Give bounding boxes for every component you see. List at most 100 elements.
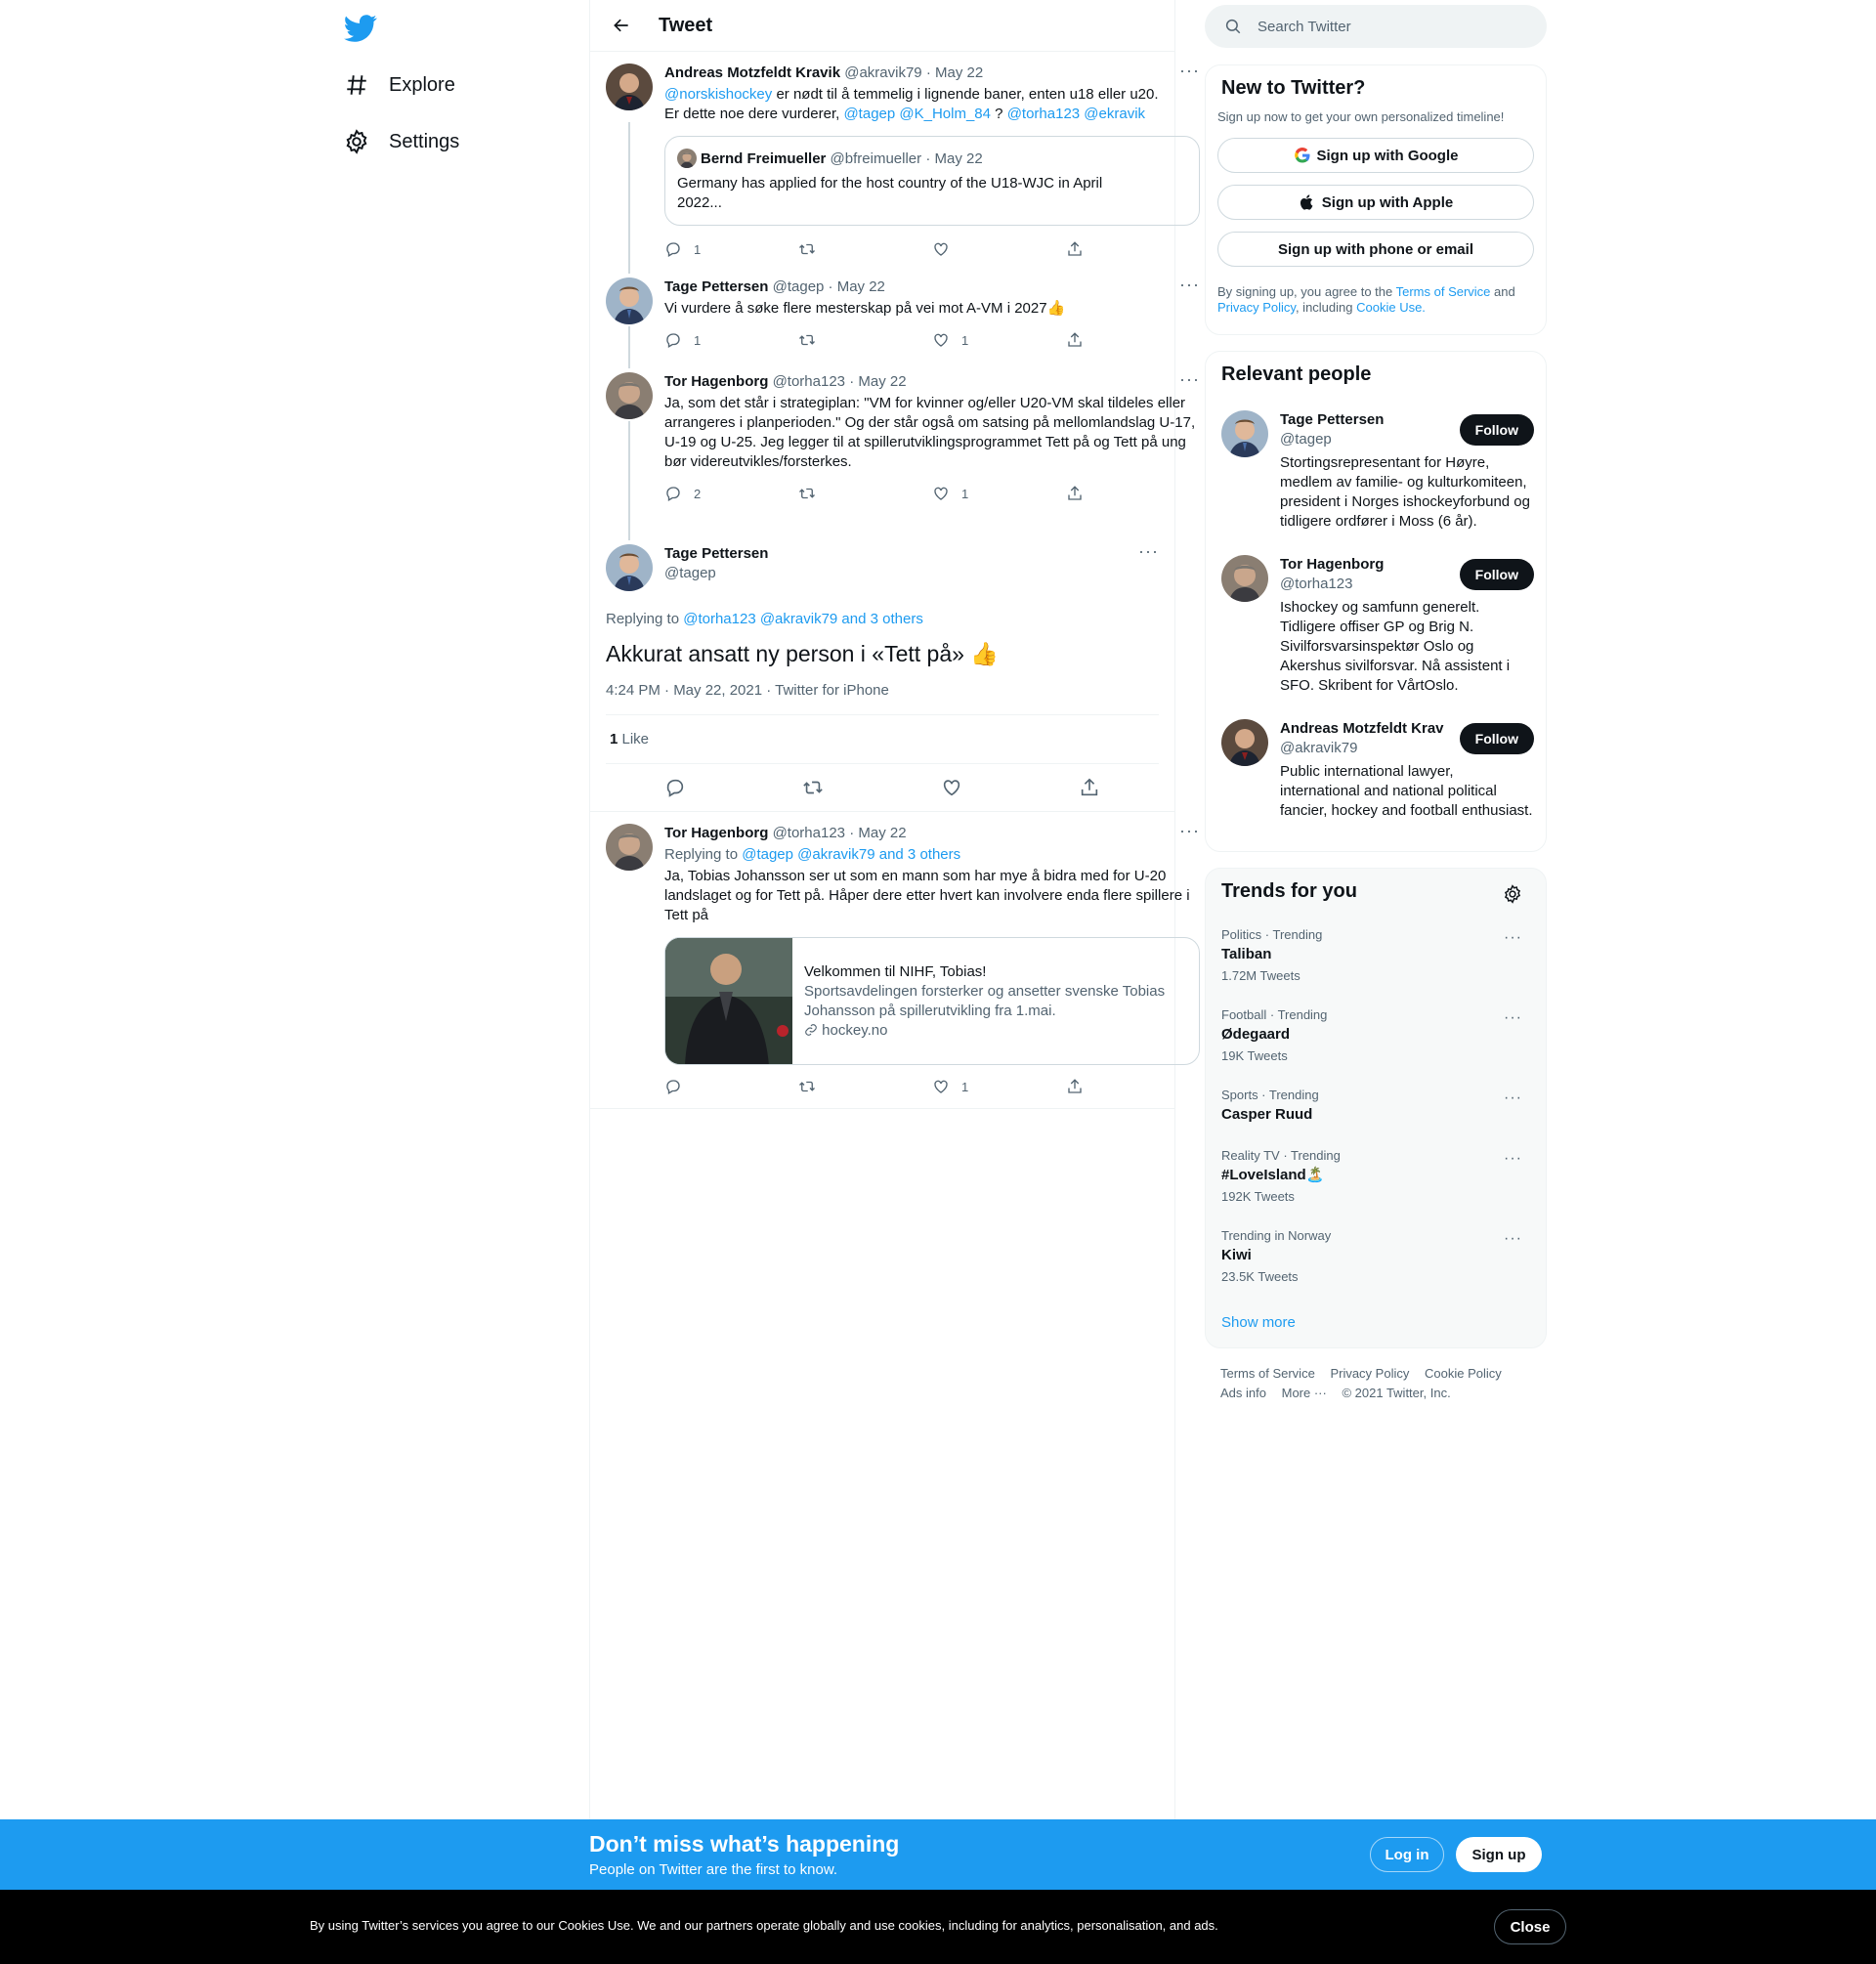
like-button[interactable]: 1 — [932, 1078, 1066, 1095]
retweet-icon[interactable] — [802, 777, 824, 798]
share-icon[interactable] — [1079, 777, 1100, 798]
reply-button[interactable]: 1 — [664, 240, 798, 258]
author-handle[interactable]: @tagep — [664, 564, 768, 583]
mention-link[interactable]: @torha123 @ekravik — [1007, 106, 1145, 122]
share-button[interactable] — [1066, 331, 1200, 349]
avatar[interactable] — [606, 64, 653, 110]
avatar[interactable] — [606, 544, 653, 591]
more-options-icon[interactable]: ··· — [1179, 822, 1200, 839]
share-button[interactable] — [1066, 1078, 1200, 1095]
link-card[interactable]: Velkommen til NIHF, Tobias! Sportsavdeli… — [664, 937, 1200, 1065]
nav-settings[interactable]: Settings — [344, 117, 459, 166]
more-options-icon[interactable]: ··· — [1179, 370, 1200, 388]
nav-explore[interactable]: Explore — [344, 61, 455, 109]
follow-button[interactable]: Follow — [1459, 414, 1534, 446]
author-name[interactable]: Tage Pettersen — [664, 278, 768, 295]
trend-item[interactable]: Football · Trending Ødegaard 19K Tweets … — [1221, 1007, 1530, 1064]
tweet-date[interactable]: · May 22 — [926, 64, 983, 81]
trend-item[interactable]: Sports · Trending Casper Ruud ··· — [1221, 1088, 1530, 1125]
more-options-icon[interactable]: ··· — [1504, 1009, 1522, 1027]
more-options-icon[interactable]: ··· — [1504, 1089, 1522, 1107]
tweet-date[interactable]: · May 22 — [849, 373, 906, 390]
avatar[interactable] — [606, 372, 653, 419]
heart-icon[interactable] — [941, 777, 962, 798]
author-name[interactable]: Tor Hagenborg — [664, 373, 768, 390]
trend-name: Casper Ruud — [1221, 1106, 1313, 1123]
login-button[interactable]: Log in — [1370, 1837, 1444, 1872]
footer-ads-link[interactable]: Ads info — [1220, 1386, 1266, 1400]
author-name[interactable]: Andreas Motzfeldt Kravik — [664, 64, 840, 81]
mention-link[interactable]: @norskishockey — [664, 86, 772, 103]
more-options-icon[interactable]: ··· — [1179, 62, 1200, 79]
author-name[interactable]: Tage Pettersen — [664, 544, 768, 564]
footer-more-link[interactable]: More ··· — [1282, 1386, 1327, 1400]
signup-google-button[interactable]: Sign up with Google — [1217, 138, 1534, 173]
tweet-timestamp[interactable]: 4:24 PM · May 22, 2021 · Twitter for iPh… — [606, 682, 1159, 715]
follow-button[interactable]: Follow — [1459, 723, 1534, 754]
tweet-date[interactable]: · May 22 — [849, 825, 906, 841]
retweet-button[interactable] — [798, 331, 932, 349]
back-button[interactable] — [594, 16, 649, 35]
show-more-link[interactable]: Show more — [1221, 1314, 1296, 1331]
signup-email-button[interactable]: Sign up with phone or email — [1217, 232, 1534, 267]
retweet-button[interactable] — [798, 485, 932, 502]
close-button[interactable]: Close — [1494, 1909, 1566, 1944]
retweet-button[interactable] — [798, 240, 932, 258]
reply-button[interactable] — [664, 1078, 798, 1095]
more-options-icon[interactable]: ··· — [1504, 1150, 1522, 1168]
more-options-icon[interactable]: ··· — [1179, 276, 1200, 293]
mention-link[interactable]: @tagep @K_Holm_84 — [843, 106, 991, 122]
share-icon — [1066, 331, 1084, 349]
tos-link[interactable]: Terms of Service — [1396, 284, 1491, 299]
share-button[interactable] — [1066, 240, 1200, 258]
retweet-button[interactable] — [798, 1078, 932, 1095]
trend-item[interactable]: Politics · Trending Taliban 1.72M Tweets… — [1221, 927, 1530, 984]
author-handle[interactable]: @akravik79 — [844, 64, 921, 81]
privacy-link[interactable]: Privacy Policy — [1217, 300, 1296, 315]
author-handle[interactable]: @torha123 — [773, 825, 845, 841]
author-handle[interactable]: @torha123 — [773, 373, 845, 390]
replying-to-links[interactable]: @tagep @akravik79 and 3 others — [742, 846, 960, 863]
reply-tweet[interactable]: Tor Hagenborg @torha123 · May 22 ··· Rep… — [590, 812, 1200, 1109]
avatar[interactable] — [606, 824, 653, 871]
twitter-logo-icon[interactable] — [344, 12, 377, 45]
author-name[interactable]: Tor Hagenborg — [664, 825, 768, 841]
hashtag-icon — [347, 75, 366, 95]
person-name[interactable]: Tor Hagenborg — [1280, 555, 1444, 575]
search-box[interactable]: Search Twitter — [1205, 5, 1547, 48]
gear-icon[interactable] — [1503, 884, 1522, 904]
likes-summary[interactable]: 1 Like — [606, 715, 1159, 764]
thread-tweet[interactable]: Andreas Motzfeldt Kravik @akravik79 · Ma… — [590, 52, 1200, 266]
trend-item[interactable]: Trending in Norway Kiwi 23.5K Tweets ··· — [1221, 1228, 1530, 1285]
like-button[interactable] — [932, 240, 1066, 258]
share-button[interactable] — [1066, 485, 1200, 502]
reply-icon[interactable] — [664, 777, 686, 798]
thread-tweet[interactable]: Tage Pettersen @tagep · May 22 ··· Vi vu… — [590, 266, 1199, 361]
footer-privacy-link[interactable]: Privacy Policy — [1330, 1366, 1409, 1381]
quoted-tweet[interactable]: Bernd Freimueller @bfreimueller · May 22… — [664, 136, 1200, 226]
cookie-use-link[interactable]: Cookie Use. — [1356, 300, 1426, 315]
more-options-icon[interactable]: ··· — [1138, 542, 1159, 560]
footer-tos-link[interactable]: Terms of Service — [1220, 1366, 1315, 1381]
more-options-icon[interactable]: ··· — [1504, 929, 1522, 947]
reply-button[interactable]: 1 — [664, 331, 798, 349]
signup-apple-button[interactable]: Sign up with Apple — [1217, 185, 1534, 220]
footer-cookie-link[interactable]: Cookie Policy — [1425, 1366, 1502, 1381]
reply-button[interactable]: 2 — [664, 485, 798, 502]
like-button[interactable]: 1 — [932, 331, 1066, 349]
author-handle[interactable]: @tagep — [773, 278, 825, 295]
person-name[interactable]: Andreas Motzfeldt Krav — [1280, 719, 1444, 739]
person-name[interactable]: Tage Pettersen — [1280, 410, 1444, 430]
like-button[interactable]: 1 — [932, 485, 1066, 502]
signup-button[interactable]: Sign up — [1456, 1837, 1542, 1872]
avatar[interactable] — [1221, 719, 1268, 766]
trend-item[interactable]: Reality TV · Trending #LoveIsland🏝️ 192K… — [1221, 1148, 1530, 1205]
tweet-date[interactable]: · May 22 — [829, 278, 885, 295]
avatar[interactable] — [1221, 410, 1268, 457]
avatar[interactable] — [606, 278, 653, 324]
avatar[interactable] — [1221, 555, 1268, 602]
follow-button[interactable]: Follow — [1459, 559, 1534, 590]
thread-tweet[interactable]: Tor Hagenborg @torha123 · May 22 ··· Ja,… — [590, 361, 1199, 533]
replying-to-links[interactable]: @torha123 @akravik79 and 3 others — [683, 611, 923, 627]
more-options-icon[interactable]: ··· — [1504, 1230, 1522, 1248]
